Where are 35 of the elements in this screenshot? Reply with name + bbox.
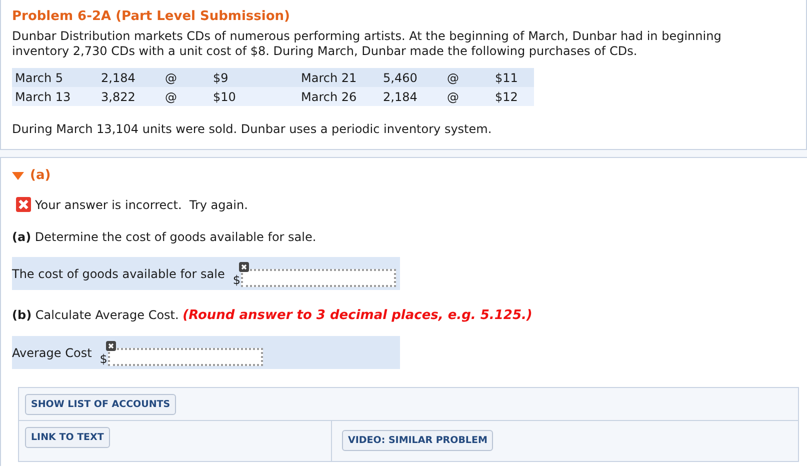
problem-text: During March 13,104 units were sold. Dunbar uses a periodic inventory system.: [12, 122, 493, 137]
table-cell: $11: [492, 68, 534, 87]
table-cell: @: [162, 87, 210, 106]
table-cell: 2,184: [98, 68, 162, 87]
clear-icon[interactable]: [238, 262, 249, 272]
clear-icon[interactable]: [106, 341, 116, 351]
table-cell: 3,822: [98, 87, 162, 106]
answer-field[interactable]: [108, 348, 264, 366]
table-cell: March 5: [12, 68, 98, 87]
field-label: Average Cost: [12, 346, 92, 360]
answer-field[interactable]: [241, 269, 396, 287]
currency-sign: $: [100, 352, 108, 366]
currency-sign: $: [232, 273, 240, 287]
question-text: (a) Determine the cost of goods available for sale.: [12, 230, 318, 244]
table-cell: 5,460: [380, 68, 444, 87]
problem-title: Problem 6-2A (Part Level Submission): [12, 9, 291, 24]
show-accounts-button[interactable]: SHOW LIST OF ACCOUNTS: [25, 394, 176, 415]
table-cell: 2,184: [380, 87, 444, 106]
table-cell: @: [444, 87, 492, 106]
caret-down-icon[interactable]: [12, 172, 24, 180]
table-cell: March 13: [12, 87, 98, 106]
table-cell: @: [444, 68, 492, 87]
link-to-text-button[interactable]: LINK TO TEXT: [25, 427, 110, 448]
table-cell: @: [162, 68, 210, 87]
table-cell: $9: [210, 68, 298, 87]
feedback-text: Your answer is incorrect. Try again.: [35, 198, 248, 212]
field-label: The cost of goods available for sale: [12, 267, 225, 281]
question-text: (b) Calculate Average Cost. (Round answer to 3 decimal places, e.g. 5.125.): [12, 308, 534, 323]
table-cell: March 21: [298, 68, 380, 87]
video-button[interactable]: VIDEO: SIMILAR PROBLEM: [342, 430, 494, 451]
error-icon: [16, 197, 31, 212]
problem-text: Dunbar Distribution markets CDs of numerous performing artists. At the beginning of March, Dunbar had in beginning inventory 2,730 CDs with a unit cost of $8. During March, Dunbar made the following purchases of CDs.: [12, 29, 722, 59]
table-cell: March 26: [298, 87, 380, 106]
table-cell: $10: [210, 87, 298, 106]
table-cell: $12: [492, 87, 534, 106]
